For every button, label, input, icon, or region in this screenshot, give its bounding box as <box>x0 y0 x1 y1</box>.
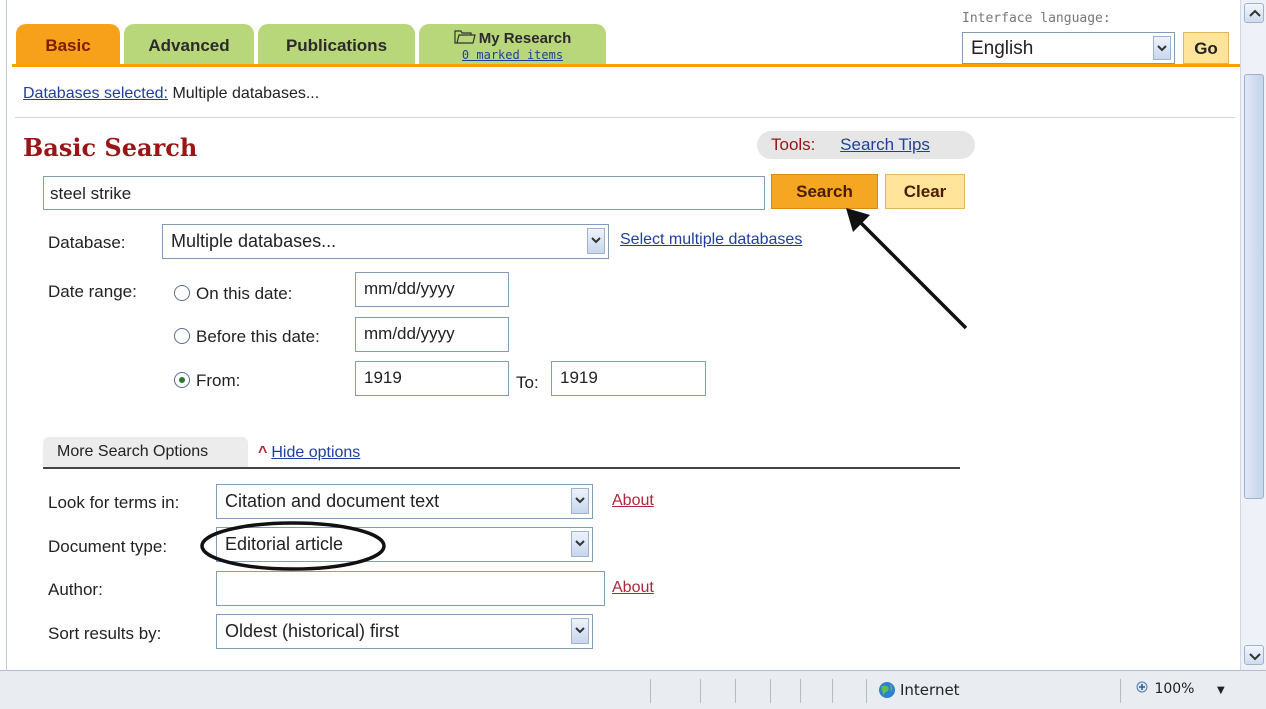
radio-icon[interactable] <box>174 285 190 301</box>
divider <box>15 117 1235 118</box>
look-for-terms-label: Look for terms in: <box>48 493 180 512</box>
to-year-field[interactable]: 1919 <box>551 361 706 396</box>
tab-advanced[interactable]: Advanced <box>124 24 254 64</box>
radio-selected-icon[interactable] <box>174 372 190 388</box>
on-this-date-field[interactable]: mm/dd/yyyy <box>355 272 509 307</box>
search-button[interactable]: Search <box>771 174 878 209</box>
page-title: Basic Search <box>23 133 198 162</box>
more-search-options-tab[interactable]: More Search Options <box>43 437 248 467</box>
tools-label: Tools: <box>771 135 816 154</box>
tab-my-research[interactable]: My Research 0 marked items <box>419 24 606 64</box>
chevron-down-icon[interactable] <box>571 618 589 644</box>
caret-up-icon: ^ <box>258 444 268 461</box>
look-for-terms-value: Citation and document text <box>225 491 440 511</box>
clear-button[interactable]: Clear <box>885 174 965 209</box>
marked-items-link[interactable]: 0 marked items <box>419 48 606 62</box>
globe-icon <box>879 682 895 698</box>
hide-options-link[interactable]: Hide options <box>271 444 360 461</box>
radio-icon[interactable] <box>174 328 190 344</box>
document-type-label: Document type: <box>48 537 168 556</box>
from-year-field[interactable]: 1919 <box>355 361 509 396</box>
language-select[interactable]: English <box>962 32 1175 64</box>
status-divider <box>832 679 833 703</box>
sort-results-label: Sort results by: <box>48 624 162 643</box>
tab-bar-underline <box>12 64 1240 67</box>
zoom-level[interactable]: 100% ▼ <box>1136 681 1225 697</box>
language-selected-value: English <box>971 38 1034 59</box>
search-input[interactable]: steel strike <box>43 176 765 210</box>
go-button[interactable]: Go <box>1183 32 1229 64</box>
status-divider <box>770 679 771 703</box>
zoom-dropdown-icon[interactable]: ▼ <box>1217 685 1225 696</box>
tab-advanced-label: Advanced <box>148 36 230 55</box>
author-field[interactable] <box>216 571 605 606</box>
author-label: Author: <box>48 580 103 599</box>
status-divider <box>700 679 701 703</box>
on-this-date-label: On this date: <box>196 284 293 303</box>
chevron-down-icon[interactable] <box>571 488 589 514</box>
sort-results-select[interactable]: Oldest (historical) first <box>216 614 593 649</box>
to-label: To: <box>516 373 539 392</box>
radio-on-this-date[interactable]: On this date: <box>174 284 292 304</box>
before-this-date-label: Before this date: <box>196 327 320 346</box>
database-select[interactable]: Multiple databases... <box>162 224 609 259</box>
tools-bar: Tools: Search Tips <box>757 131 975 159</box>
annotation-circle <box>200 521 386 571</box>
database-selected-value: Multiple databases... <box>171 231 337 251</box>
from-label: From: <box>196 371 241 390</box>
scroll-down-icon[interactable] <box>1244 645 1264 665</box>
scroll-up-icon[interactable] <box>1244 3 1264 23</box>
databases-selected-link[interactable]: Databases selected: <box>23 85 168 102</box>
chevron-down-icon[interactable] <box>587 228 605 254</box>
vertical-scrollbar[interactable] <box>1240 0 1266 670</box>
chevron-down-icon[interactable] <box>571 531 589 557</box>
databases-selected-value: Multiple databases... <box>172 85 320 102</box>
tab-basic[interactable]: Basic <box>16 24 120 64</box>
status-divider <box>866 679 867 703</box>
security-zone: Internet <box>878 681 960 699</box>
annotation-arrow <box>846 208 968 330</box>
folder-icon <box>454 30 476 44</box>
about-link-terms[interactable]: About <box>612 492 654 510</box>
tab-basic-label: Basic <box>45 36 91 55</box>
zoom-value: 100% <box>1154 681 1195 697</box>
tab-publications-label: Publications <box>285 36 388 55</box>
about-link-author[interactable]: About <box>612 579 654 597</box>
scrollbar-thumb[interactable] <box>1244 74 1264 499</box>
search-tips-link[interactable]: Search Tips <box>840 135 930 154</box>
security-zone-label: Internet <box>900 681 960 699</box>
status-divider <box>650 679 651 703</box>
tab-my-research-label: My Research <box>478 30 572 47</box>
chevron-down-icon[interactable] <box>1153 36 1171 60</box>
radio-from[interactable]: From: <box>174 371 240 391</box>
status-divider <box>735 679 736 703</box>
before-this-date-field[interactable]: mm/dd/yyyy <box>355 317 509 352</box>
options-divider <box>43 467 960 469</box>
sort-results-value: Oldest (historical) first <box>225 621 400 641</box>
interface-language-label: Interface language: <box>962 11 1111 26</box>
zoom-icon <box>1136 681 1148 693</box>
database-label: Database: <box>48 233 126 252</box>
select-multiple-databases-link[interactable]: Select multiple databases <box>620 231 802 249</box>
status-divider <box>1120 679 1121 703</box>
tab-publications[interactable]: Publications <box>258 24 415 64</box>
databases-selected: Databases selected: Multiple databases..… <box>23 85 319 103</box>
window-frame-left <box>0 0 7 670</box>
status-divider <box>800 679 801 703</box>
look-for-terms-select[interactable]: Citation and document text <box>216 484 593 519</box>
radio-before-this-date[interactable]: Before this date: <box>174 327 320 347</box>
status-bar: Internet 100% ▼ <box>0 670 1266 709</box>
date-range-label: Date range: <box>48 282 137 301</box>
hide-options[interactable]: ^ Hide options <box>258 444 360 462</box>
